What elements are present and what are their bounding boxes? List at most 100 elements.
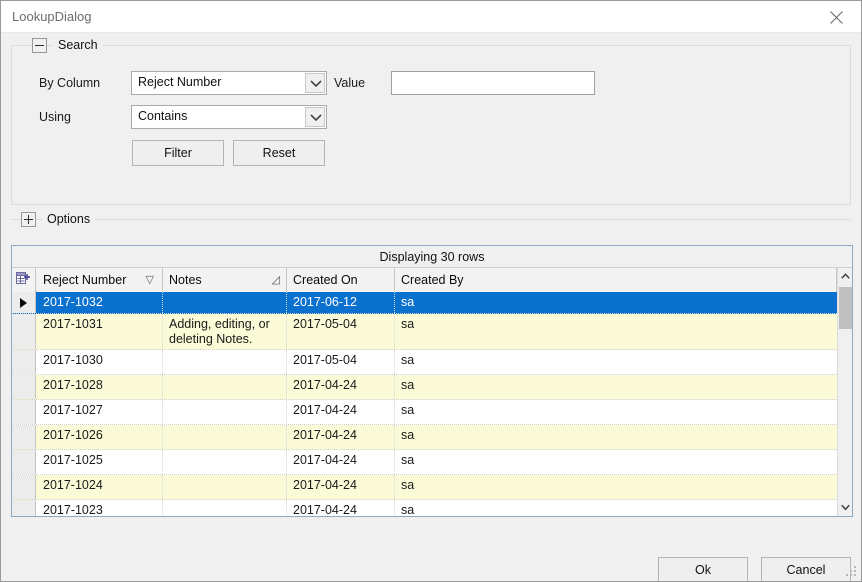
- table-cell-notes[interactable]: [163, 375, 287, 399]
- column-resize-icon: ◿: [271, 274, 280, 286]
- table-cell-created-by[interactable]: sa: [395, 314, 837, 349]
- table-cell-created-on[interactable]: 2017-06-12: [287, 292, 395, 313]
- table-cell-created-by[interactable]: sa: [395, 425, 837, 449]
- using-select[interactable]: Contains: [131, 105, 327, 129]
- table-cell-notes[interactable]: Adding, editing, or deleting Notes.: [163, 314, 287, 349]
- table-cell-reject-number[interactable]: 2017-1032: [37, 292, 163, 313]
- table-cell-created-on[interactable]: 2017-05-04: [287, 314, 395, 349]
- row-header-selector[interactable]: [12, 292, 36, 313]
- row-header-selector[interactable]: [12, 475, 36, 499]
- by-column-value: Reject Number: [138, 75, 222, 89]
- using-dropdown-button[interactable]: [305, 107, 325, 127]
- options-expand-toggle[interactable]: [21, 212, 36, 227]
- table-cell-created-on[interactable]: 2017-04-24: [287, 500, 395, 516]
- grid-column-header-label: Created By: [401, 273, 464, 287]
- minus-icon: [35, 45, 44, 46]
- sort-descending-icon: ▽: [145, 274, 154, 286]
- search-group-box: Search By Column Reject Number Value Usi…: [11, 38, 851, 205]
- grid-column-header-label: Created On: [293, 273, 358, 287]
- grid-column-header-reject-number[interactable]: Reject Number ▽: [37, 268, 163, 292]
- resize-grip-dot: [854, 570, 856, 572]
- grid-column-header-label: Reject Number: [43, 273, 127, 287]
- scroll-up-button[interactable]: [838, 268, 852, 285]
- table-cell-created-by[interactable]: sa: [395, 450, 837, 474]
- value-label: Value: [334, 76, 366, 90]
- table-cell-created-on[interactable]: 2017-05-04: [287, 350, 395, 374]
- table-row[interactable]: 2017-1032 2017-06-12 sa: [12, 292, 837, 314]
- table-row[interactable]: 2017-1023 2017-04-24 sa: [12, 500, 837, 516]
- by-column-dropdown-button[interactable]: [305, 73, 325, 93]
- table-cell-created-on[interactable]: 2017-04-24: [287, 375, 395, 399]
- value-input-wrap[interactable]: [391, 71, 595, 95]
- reset-button[interactable]: Reset: [233, 140, 325, 166]
- table-row[interactable]: 2017-1031 Adding, editing, or deleting No…: [12, 314, 837, 350]
- table-cell-notes[interactable]: [163, 400, 287, 424]
- grid-column-header-created-by[interactable]: Created By: [395, 268, 837, 292]
- grid-column-header-label: Notes: [169, 273, 202, 287]
- table-cell-reject-number[interactable]: 2017-1027: [37, 400, 163, 424]
- resize-grip-dot: [846, 574, 848, 576]
- cancel-button[interactable]: Cancel: [761, 557, 851, 581]
- options-group-box: Options: [11, 212, 851, 233]
- using-label: Using: [39, 110, 71, 124]
- table-cell-reject-number[interactable]: 2017-1031: [37, 314, 163, 349]
- grid-body[interactable]: 2017-1032 2017-06-12 sa 2017-1031 Adding, ed…: [12, 292, 837, 516]
- table-cell-created-by[interactable]: sa: [395, 475, 837, 499]
- value-input[interactable]: [392, 72, 594, 94]
- row-header-selector[interactable]: [12, 400, 36, 424]
- table-cell-notes[interactable]: [163, 475, 287, 499]
- by-column-select[interactable]: Reject Number: [131, 71, 327, 95]
- table-cell-created-on[interactable]: 2017-04-24: [287, 450, 395, 474]
- table-cell-notes[interactable]: [163, 450, 287, 474]
- table-cell-created-by[interactable]: sa: [395, 500, 837, 516]
- table-cell-reject-number[interactable]: 2017-1025: [37, 450, 163, 474]
- row-header-selector[interactable]: [12, 314, 36, 349]
- table-cell-reject-number[interactable]: 2017-1028: [37, 375, 163, 399]
- grid-select-all-corner[interactable]: [12, 268, 36, 292]
- title-bar: LookupDialog: [1, 1, 861, 33]
- row-header-selector[interactable]: [12, 425, 36, 449]
- resize-grip[interactable]: [846, 566, 858, 578]
- table-row[interactable]: 2017-1028 2017-04-24 sa: [12, 375, 837, 400]
- results-grid-panel: Displaying 30 rows Reject Number ▽ Notes…: [11, 245, 853, 517]
- table-cell-created-by[interactable]: sa: [395, 350, 837, 374]
- search-collapse-toggle[interactable]: [32, 38, 47, 53]
- row-header-selector[interactable]: [12, 350, 36, 374]
- table-cell-notes[interactable]: [163, 425, 287, 449]
- table-row[interactable]: 2017-1025 2017-04-24 sa: [12, 450, 837, 475]
- row-header-selector[interactable]: [12, 450, 36, 474]
- table-cell-notes[interactable]: [163, 350, 287, 374]
- table-cell-created-by[interactable]: sa: [395, 375, 837, 399]
- ok-button[interactable]: Ok: [658, 557, 748, 581]
- search-group-label: Search: [53, 38, 103, 53]
- grid-column-header-notes[interactable]: Notes ◿: [163, 268, 287, 292]
- table-row[interactable]: 2017-1024 2017-04-24 sa: [12, 475, 837, 500]
- table-cell-created-on[interactable]: 2017-04-24: [287, 425, 395, 449]
- table-cell-reject-number[interactable]: 2017-1023: [37, 500, 163, 516]
- table-cell-reject-number[interactable]: 2017-1024: [37, 475, 163, 499]
- table-cell-created-by[interactable]: sa: [395, 292, 837, 313]
- resize-grip-dot: [850, 574, 852, 576]
- table-cell-notes[interactable]: [163, 292, 287, 313]
- row-header-selector[interactable]: [12, 500, 36, 516]
- scroll-down-button[interactable]: [838, 499, 852, 516]
- table-cell-created-by[interactable]: sa: [395, 400, 837, 424]
- grid-vertical-scrollbar[interactable]: [837, 268, 852, 516]
- current-row-arrow-icon: [20, 297, 27, 308]
- table-row[interactable]: 2017-1026 2017-04-24 sa: [12, 425, 837, 450]
- row-header-selector[interactable]: [12, 375, 36, 399]
- table-cell-notes[interactable]: [163, 500, 287, 516]
- grid-column-header-created-on[interactable]: Created On: [287, 268, 395, 292]
- resize-grip-dot: [854, 566, 856, 568]
- table-row[interactable]: 2017-1030 2017-05-04 sa: [12, 350, 837, 375]
- filter-button[interactable]: Filter: [132, 140, 224, 166]
- scrollbar-thumb[interactable]: [839, 287, 852, 329]
- using-value: Contains: [138, 109, 188, 123]
- dialog-client-area: Search By Column Reject Number Value Usi…: [1, 33, 861, 581]
- table-cell-created-on[interactable]: 2017-04-24: [287, 400, 395, 424]
- table-row[interactable]: 2017-1027 2017-04-24 sa: [12, 400, 837, 425]
- close-button[interactable]: [815, 1, 861, 32]
- table-cell-reject-number[interactable]: 2017-1030: [37, 350, 163, 374]
- table-cell-reject-number[interactable]: 2017-1026: [37, 425, 163, 449]
- table-cell-created-on[interactable]: 2017-04-24: [287, 475, 395, 499]
